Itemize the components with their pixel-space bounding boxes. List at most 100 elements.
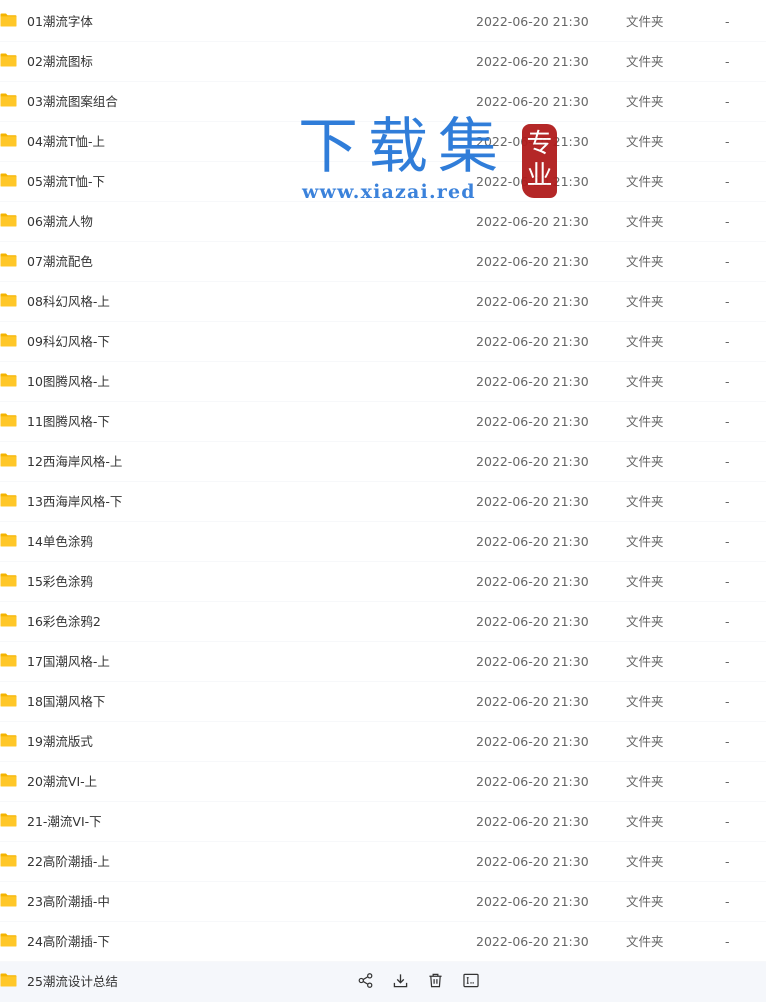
table-row[interactable]: 07潮流配色 2022-06-20 21:30 文件夹 - — [0, 242, 766, 282]
download-icon — [393, 973, 408, 992]
rename-button[interactable] — [461, 972, 480, 992]
table-row[interactable]: 25潮流设计总结 — [0, 962, 766, 1002]
file-list: 01潮流字体 2022-06-20 21:30 文件夹 - 02潮流图标 2022-06-… — [0, 2, 766, 1002]
folder-name[interactable]: 08科幻风格-上 — [27, 282, 110, 322]
folder-icon — [0, 773, 17, 787]
table-row[interactable]: 09科幻风格-下 2022-06-20 21:30 文件夹 - — [0, 322, 766, 362]
download-button[interactable] — [391, 972, 410, 992]
table-row[interactable]: 17国潮风格-上 2022-06-20 21:30 文件夹 - — [0, 642, 766, 682]
folder-name[interactable]: 17国潮风格-上 — [27, 642, 110, 682]
folder-name[interactable]: 11图腾风格-下 — [27, 402, 110, 442]
folder-name[interactable]: 24高阶潮插-下 — [27, 922, 110, 962]
folder-icon — [0, 733, 17, 747]
file-type: 文件夹 — [626, 614, 664, 629]
file-type: 文件夹 — [626, 334, 664, 349]
folder-name[interactable]: 18国潮风格下 — [27, 682, 105, 722]
table-row[interactable]: 13西海岸风格-下 2022-06-20 21:30 文件夹 - — [0, 482, 766, 522]
folder-name[interactable]: 05潮流T恤-下 — [27, 162, 105, 202]
modified-date: 2022-06-20 21:30 — [476, 654, 589, 669]
folder-icon — [0, 293, 17, 307]
file-type: 文件夹 — [626, 134, 664, 149]
folder-name[interactable]: 10图腾风格-上 — [27, 362, 110, 402]
table-row[interactable]: 02潮流图标 2022-06-20 21:30 文件夹 - — [0, 42, 766, 82]
folder-name[interactable]: 20潮流VI-上 — [27, 762, 97, 802]
row-action-bar — [356, 972, 480, 992]
folder-name[interactable]: 16彩色涂鸦2 — [27, 602, 101, 642]
file-size: - — [725, 414, 730, 429]
table-row[interactable]: 14单色涂鸦 2022-06-20 21:30 文件夹 - — [0, 522, 766, 562]
table-row[interactable]: 22高阶潮插-上 2022-06-20 21:30 文件夹 - — [0, 842, 766, 882]
modified-date: 2022-06-20 21:30 — [476, 454, 589, 469]
table-row[interactable]: 12西海岸风格-上 2022-06-20 21:30 文件夹 - — [0, 442, 766, 482]
folder-name[interactable]: 12西海岸风格-上 — [27, 442, 122, 482]
modified-date: 2022-06-20 21:30 — [476, 254, 589, 269]
delete-icon — [428, 973, 443, 992]
table-row[interactable]: 03潮流图案组合 2022-06-20 21:30 文件夹 - — [0, 82, 766, 122]
table-row[interactable]: 06潮流人物 2022-06-20 21:30 文件夹 - — [0, 202, 766, 242]
modified-date: 2022-06-20 21:30 — [476, 374, 589, 389]
table-row[interactable]: 15彩色涂鸦 2022-06-20 21:30 文件夹 - — [0, 562, 766, 602]
modified-date: 2022-06-20 21:30 — [476, 814, 589, 829]
folder-icon — [0, 173, 17, 187]
table-row[interactable]: 10图腾风格-上 2022-06-20 21:30 文件夹 - — [0, 362, 766, 402]
file-size: - — [725, 334, 730, 349]
folder-icon — [0, 413, 17, 427]
file-size: - — [725, 534, 730, 549]
folder-name[interactable]: 22高阶潮插-上 — [27, 842, 110, 882]
file-type: 文件夹 — [626, 14, 664, 29]
file-size: - — [725, 254, 730, 269]
table-row[interactable]: 20潮流VI-上 2022-06-20 21:30 文件夹 - — [0, 762, 766, 802]
folder-name[interactable]: 02潮流图标 — [27, 42, 93, 82]
file-size: - — [725, 134, 730, 149]
folder-name[interactable]: 06潮流人物 — [27, 202, 93, 242]
file-type: 文件夹 — [626, 734, 664, 749]
modified-date: 2022-06-20 21:30 — [476, 774, 589, 789]
folder-name[interactable]: 13西海岸风格-下 — [27, 482, 122, 522]
file-size: - — [725, 174, 730, 189]
table-row[interactable]: 23高阶潮插-中 2022-06-20 21:30 文件夹 - — [0, 882, 766, 922]
modified-date: 2022-06-20 21:30 — [476, 134, 589, 149]
folder-icon — [0, 933, 17, 947]
file-type: 文件夹 — [626, 694, 664, 709]
table-row[interactable]: 24高阶潮插-下 2022-06-20 21:30 文件夹 - — [0, 922, 766, 962]
modified-date: 2022-06-20 21:30 — [476, 94, 589, 109]
modified-date: 2022-06-20 21:30 — [476, 854, 589, 869]
table-row[interactable]: 16彩色涂鸦2 2022-06-20 21:30 文件夹 - — [0, 602, 766, 642]
folder-icon — [0, 333, 17, 347]
folder-icon — [0, 53, 17, 67]
folder-name[interactable]: 14单色涂鸦 — [27, 522, 93, 562]
table-row[interactable]: 18国潮风格下 2022-06-20 21:30 文件夹 - — [0, 682, 766, 722]
table-row[interactable]: 01潮流字体 2022-06-20 21:30 文件夹 - — [0, 2, 766, 42]
delete-button[interactable] — [426, 972, 445, 992]
share-button[interactable] — [356, 972, 375, 992]
folder-name[interactable]: 25潮流设计总结 — [27, 962, 118, 1002]
table-row[interactable]: 19潮流版式 2022-06-20 21:30 文件夹 - — [0, 722, 766, 762]
table-row[interactable]: 21-潮流VI-下 2022-06-20 21:30 文件夹 - — [0, 802, 766, 842]
file-size: - — [725, 494, 730, 509]
file-type: 文件夹 — [626, 294, 664, 309]
table-row[interactable]: 08科幻风格-上 2022-06-20 21:30 文件夹 - — [0, 282, 766, 322]
folder-name[interactable]: 19潮流版式 — [27, 722, 93, 762]
folder-name[interactable]: 09科幻风格-下 — [27, 322, 110, 362]
folder-name[interactable]: 07潮流配色 — [27, 242, 93, 282]
folder-name[interactable]: 01潮流字体 — [27, 2, 93, 42]
file-size: - — [725, 934, 730, 949]
file-type: 文件夹 — [626, 414, 664, 429]
table-row[interactable]: 05潮流T恤-下 2022-06-20 21:30 文件夹 - — [0, 162, 766, 202]
table-row[interactable]: 04潮流T恤-上 2022-06-20 21:30 文件夹 - — [0, 122, 766, 162]
file-type: 文件夹 — [626, 894, 664, 909]
folder-name[interactable]: 21-潮流VI-下 — [27, 802, 102, 842]
folder-icon — [0, 13, 17, 27]
folder-name[interactable]: 23高阶潮插-中 — [27, 882, 110, 922]
table-row[interactable]: 11图腾风格-下 2022-06-20 21:30 文件夹 - — [0, 402, 766, 442]
modified-date: 2022-06-20 21:30 — [476, 294, 589, 309]
modified-date: 2022-06-20 21:30 — [476, 574, 589, 589]
file-size: - — [725, 614, 730, 629]
folder-name[interactable]: 15彩色涂鸦 — [27, 562, 93, 602]
folder-name[interactable]: 04潮流T恤-上 — [27, 122, 105, 162]
folder-name[interactable]: 03潮流图案组合 — [27, 82, 118, 122]
file-type: 文件夹 — [626, 374, 664, 389]
folder-icon — [0, 133, 17, 147]
modified-date: 2022-06-20 21:30 — [476, 894, 589, 909]
modified-date: 2022-06-20 21:30 — [476, 214, 589, 229]
